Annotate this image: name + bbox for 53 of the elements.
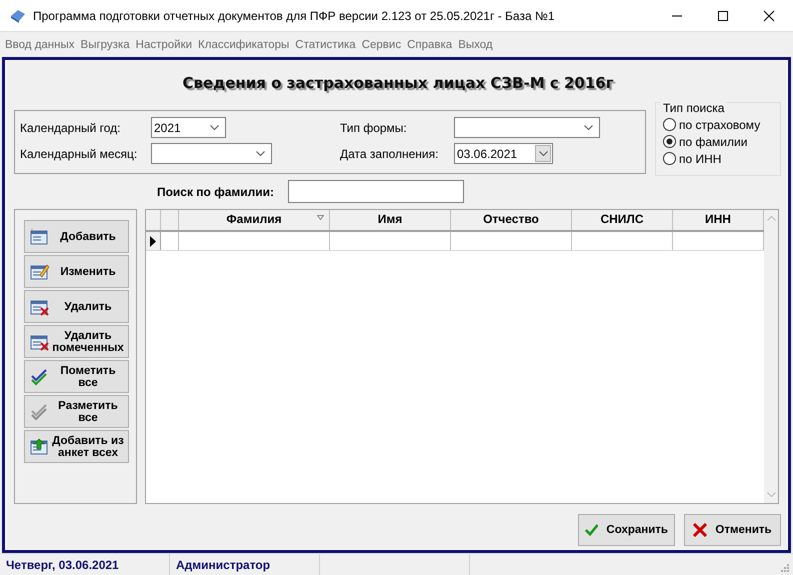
dropdown[interactable]: 2021	[151, 117, 226, 138]
double-check-icon	[30, 368, 50, 386]
form-title: Сведения о застрахованных лицах СЗВ-М с 2016г	[181, 73, 615, 94]
radio-button[interactable]	[663, 135, 676, 148]
add-button[interactable]: Добавить	[24, 220, 129, 253]
close-icon[interactable]	[763, 10, 775, 22]
column-header[interactable]: Отчество	[451, 210, 572, 230]
search-label: Поиск по фамилии:	[156, 184, 275, 198]
radio-button[interactable]	[663, 118, 676, 131]
column-header[interactable]: Имя	[330, 210, 451, 230]
dropdown[interactable]	[454, 117, 600, 138]
field-label: Календарный месяц:	[20, 146, 138, 160]
check-icon	[585, 523, 598, 537]
list-add-icon	[30, 228, 50, 246]
close-icon	[693, 523, 708, 537]
delete-button[interactable]: Удалить помеченных	[24, 325, 129, 358]
radio-button[interactable]	[663, 152, 676, 165]
field-label: Дата заполнения:	[340, 146, 440, 160]
search-field[interactable]	[288, 180, 464, 203]
unmark-button[interactable]: Разметить все	[24, 395, 129, 428]
chevron-icon	[256, 151, 265, 156]
dropdown[interactable]	[151, 143, 272, 164]
edit-button[interactable]: Изменить	[24, 255, 129, 288]
field-label: Тип формы:	[340, 120, 408, 134]
save-button[interactable]: Сохранить	[578, 514, 675, 546]
cancel-button[interactable]: Отменить	[684, 514, 781, 546]
field-value: 03.06.2021	[457, 146, 518, 160]
chevron-icon	[584, 125, 593, 130]
list-edit-icon	[30, 262, 50, 280]
field-label: Календарный год:	[20, 120, 122, 134]
dropdown[interactable]: 03.06.2021	[454, 143, 553, 164]
chevron-icon	[538, 151, 548, 156]
column-header[interactable]: Фамилия	[179, 210, 330, 230]
column-header[interactable]: СНИЛС	[572, 210, 673, 230]
faded-double-check-icon	[30, 402, 50, 420]
delete-button[interactable]: Удалить	[24, 290, 129, 323]
resize-grip-icon[interactable]	[779, 562, 789, 572]
maximize-icon[interactable]	[717, 10, 729, 22]
radio-label: по ИНН	[679, 152, 722, 166]
field-value: 2021	[154, 120, 181, 134]
window-title: Программа подготовки отчетных документов для ПФР версии 2.123 от 25.05.2021г - База №1	[33, 8, 554, 22]
import-button[interactable]: Добавить из анкет всех	[24, 430, 129, 463]
app-icon	[9, 8, 27, 24]
status-text: Администратор	[170, 554, 320, 575]
radio-label: по фамилии	[679, 134, 748, 148]
group-title: Тип поиска	[661, 101, 726, 115]
status-text: Четверг, 03.06.2021	[0, 554, 170, 575]
list-import-icon	[30, 438, 50, 456]
list-delete-icon	[30, 332, 50, 350]
radio-label: по страховому	[679, 118, 760, 132]
mark-button[interactable]: Пометить все	[24, 360, 129, 393]
list-delete-icon	[30, 298, 50, 316]
chevron-icon	[210, 125, 219, 130]
